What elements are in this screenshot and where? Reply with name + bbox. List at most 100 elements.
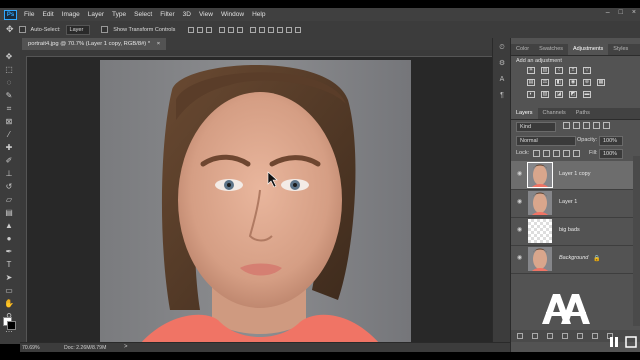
pause-icon[interactable] <box>610 337 618 347</box>
visibility-eye-icon[interactable]: ◉ <box>517 227 523 233</box>
properties-panel-icon[interactable]: ⚙ <box>498 60 506 68</box>
menu-image[interactable]: Image <box>58 11 84 18</box>
tab-adjustments[interactable]: Adjustments <box>568 44 609 55</box>
menu-type[interactable]: Type <box>108 11 130 18</box>
channel-mixer-icon[interactable]: ⊕ <box>583 79 591 86</box>
crop-tool-icon[interactable]: ⌗ <box>4 104 14 113</box>
layer-row-layer-1[interactable]: ◉ Layer 1 <box>511 189 633 218</box>
auto-select-dropdown[interactable]: Layer <box>65 24 91 35</box>
visibility-eye-icon[interactable]: ◉ <box>517 199 523 205</box>
link-layers-icon[interactable] <box>517 333 523 339</box>
quick-select-tool-icon[interactable]: ✎ <box>4 91 14 100</box>
filter-adjustment-icon[interactable] <box>573 122 580 129</box>
lock-all-icon[interactable] <box>573 150 580 157</box>
filter-smart-object-icon[interactable] <box>603 122 610 129</box>
distribute-center-icon[interactable] <box>286 26 293 33</box>
align-middle-icon[interactable] <box>197 26 204 33</box>
frame-tool-icon[interactable]: ⊠ <box>4 117 14 126</box>
tab-channels[interactable]: Channels <box>538 108 571 119</box>
new-group-icon[interactable] <box>577 333 583 339</box>
distribute-bottom-icon[interactable] <box>268 26 275 33</box>
document-tab[interactable]: portrait4.jpg @ 70.7% (Layer 1 copy, RGB… <box>22 38 167 50</box>
menu-layer[interactable]: Layer <box>84 11 108 18</box>
black-white-icon[interactable]: ◧ <box>555 79 563 86</box>
filter-type-icon[interactable] <box>583 122 590 129</box>
character-panel-icon[interactable]: A <box>498 76 506 84</box>
fill-input[interactable]: 100% <box>599 149 623 159</box>
align-top-icon[interactable] <box>188 26 195 33</box>
dodge-tool-icon[interactable]: ● <box>4 234 14 243</box>
menu-edit[interactable]: Edit <box>38 11 57 18</box>
history-panel-icon[interactable]: ⏲ <box>498 44 506 52</box>
type-tool-icon[interactable]: T <box>4 260 14 269</box>
posterize-icon[interactable]: ▨ <box>541 91 549 98</box>
ruler-horizontal[interactable] <box>20 50 510 57</box>
vibrance-icon[interactable]: ▽ <box>583 67 591 74</box>
tab-layers[interactable]: Layers <box>511 108 538 119</box>
move-tool-preset-icon[interactable]: ✥ <box>6 24 14 35</box>
status-menu-arrow-icon[interactable]: > <box>124 344 128 350</box>
filter-pixel-icon[interactable] <box>563 122 570 129</box>
distribute-top-icon[interactable] <box>250 26 257 33</box>
layers-scrollbar[interactable] <box>633 156 640 326</box>
lasso-tool-icon[interactable]: ◌ <box>4 78 14 87</box>
align-bottom-icon[interactable] <box>206 26 213 33</box>
hand-tool-icon[interactable]: ✋ <box>4 299 14 308</box>
align-left-icon[interactable] <box>219 26 226 33</box>
rectangle-tool-icon[interactable]: ▭ <box>4 286 14 295</box>
threshold-icon[interactable]: ◪ <box>555 91 563 98</box>
move-tool-icon[interactable]: ✥ <box>4 52 14 61</box>
layer-style-icon[interactable] <box>532 333 538 339</box>
menu-view[interactable]: View <box>195 11 217 18</box>
layer-row-big-bads[interactable]: ◉ big bads <box>511 217 633 246</box>
align-right-icon[interactable] <box>237 26 244 33</box>
new-adjustment-layer-icon[interactable] <box>562 333 568 339</box>
clone-stamp-tool-icon[interactable]: ⊥ <box>4 169 14 178</box>
layer-row-layer-1-copy[interactable]: ◉ Layer 1 copy <box>511 161 633 190</box>
history-brush-tool-icon[interactable]: ↺ <box>4 182 14 191</box>
distribute-right-icon[interactable] <box>295 26 302 33</box>
portrait-image[interactable] <box>100 60 411 344</box>
exposure-icon[interactable]: ± <box>569 67 577 74</box>
eyedropper-tool-icon[interactable]: ⁄ <box>4 130 14 139</box>
tab-swatches[interactable]: Swatches <box>534 44 568 55</box>
brush-tool-icon[interactable]: ✐ <box>4 156 14 165</box>
gradient-map-icon[interactable]: ▬ <box>583 91 591 98</box>
background-color-swatch[interactable] <box>7 321 16 330</box>
distribute-left-icon[interactable] <box>277 26 284 33</box>
close-window-button[interactable]: × <box>632 9 636 16</box>
transform-controls-checkbox[interactable] <box>101 26 109 33</box>
tab-styles[interactable]: Styles <box>608 44 633 55</box>
visibility-eye-icon[interactable]: ◉ <box>517 255 523 261</box>
maximize-button[interactable]: □ <box>619 9 623 16</box>
levels-icon[interactable]: ▥ <box>541 67 549 74</box>
tab-color[interactable]: Color <box>511 44 534 55</box>
lock-artboard-icon[interactable] <box>563 150 570 157</box>
align-center-icon[interactable] <box>228 26 235 33</box>
layer-kind-filter[interactable]: Kind <box>516 122 556 132</box>
blend-mode-dropdown[interactable]: Normal <box>516 136 576 146</box>
menu-window[interactable]: Window <box>217 11 248 18</box>
lock-image-icon[interactable] <box>543 150 550 157</box>
photo-filter-icon[interactable]: ◉ <box>569 79 577 86</box>
paragraph-panel-icon[interactable]: ¶ <box>498 92 506 100</box>
tab-paths[interactable]: Paths <box>571 108 595 119</box>
opacity-input[interactable]: 100% <box>599 136 623 146</box>
color-balance-icon[interactable]: ⚖ <box>541 79 549 86</box>
close-document-icon[interactable]: × <box>157 41 160 47</box>
menu-help[interactable]: Help <box>248 11 269 18</box>
menu-select[interactable]: Select <box>130 11 156 18</box>
hue-saturation-icon[interactable]: ▤ <box>527 79 535 86</box>
fullscreen-icon[interactable] <box>625 336 637 348</box>
pen-tool-icon[interactable]: ✒ <box>4 247 14 256</box>
filter-shape-icon[interactable] <box>593 122 600 129</box>
new-layer-icon[interactable] <box>592 333 598 339</box>
selective-color-icon[interactable]: ◩ <box>569 91 577 98</box>
color-lookup-icon[interactable]: ▦ <box>597 79 605 86</box>
gradient-tool-icon[interactable]: ▤ <box>4 208 14 217</box>
minimize-button[interactable]: – <box>606 9 610 16</box>
menu-filter[interactable]: Filter <box>156 11 178 18</box>
eraser-tool-icon[interactable]: ▱ <box>4 195 14 204</box>
invert-icon[interactable]: ◐ <box>527 91 535 98</box>
distribute-middle-icon[interactable] <box>259 26 266 33</box>
